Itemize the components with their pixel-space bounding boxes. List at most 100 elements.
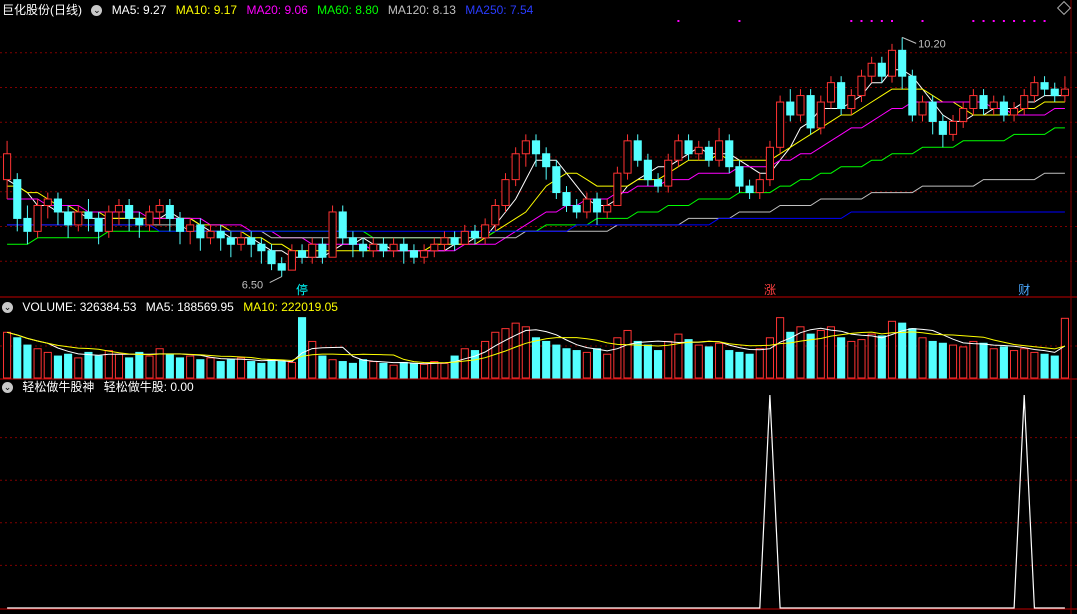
candle-body <box>338 211 347 239</box>
volume-bar <box>847 340 856 379</box>
volume-bar <box>420 363 429 379</box>
candle-body <box>135 217 144 226</box>
volume-bar <box>135 351 144 379</box>
ma20-label: MA20: 9.06 <box>246 3 308 17</box>
candle-body <box>928 101 937 122</box>
signal-dot <box>850 20 853 22</box>
volume-bar <box>155 348 164 379</box>
volume-bar <box>114 353 124 379</box>
volume-bar <box>64 353 73 379</box>
indicator-collapse-icon[interactable]: ⌄ <box>2 382 13 394</box>
event-marker: 财 <box>1018 283 1030 297</box>
volume-bar <box>501 328 510 379</box>
candle-body <box>84 211 93 219</box>
volume-bar <box>867 333 876 379</box>
candle-body <box>226 237 235 245</box>
volume-bar <box>531 337 541 379</box>
candle-body <box>247 237 256 245</box>
candle-body <box>440 237 449 245</box>
volume-bar <box>216 361 225 379</box>
volume-bar <box>175 357 185 379</box>
signal-dot <box>1013 20 1016 22</box>
volume-header: ⌄ VOLUME: 326384.53 MA5: 188569.95 MA10:… <box>2 299 344 315</box>
candle-body <box>430 243 439 252</box>
candle-body <box>704 146 713 161</box>
candle-body <box>33 204 42 232</box>
volume-bar <box>745 353 754 379</box>
candle-body <box>938 120 947 135</box>
volume-bar <box>43 351 52 379</box>
volume-bar <box>287 361 296 379</box>
candle-body <box>948 120 958 135</box>
volume-bar <box>633 340 642 379</box>
volume-ma10-label: MA10: 222019.05 <box>243 300 338 314</box>
candle-body <box>460 230 469 245</box>
candle-body <box>887 49 897 77</box>
volume-bar <box>776 317 785 379</box>
candle-body <box>64 211 73 226</box>
volume-bar <box>328 359 337 379</box>
volume-bar <box>938 342 947 379</box>
candle-body <box>979 95 988 110</box>
volume-bar <box>735 351 744 379</box>
candle-body <box>623 140 632 174</box>
volume-bar <box>1040 353 1049 379</box>
volume-bar <box>521 326 530 379</box>
volume-bar <box>399 361 408 379</box>
candle-body <box>959 108 968 122</box>
collapse-icon[interactable]: ⌄ <box>91 5 103 17</box>
volume-bar <box>908 328 917 379</box>
candle-body <box>389 243 398 252</box>
candle-body <box>826 82 836 103</box>
volume-bar <box>318 355 327 379</box>
chart-stage: 10.20 6.50 停 涨 财 巨化股份(日线) ⌄ MA5: 9.27 MA10: … <box>0 0 1077 614</box>
volume-bar <box>928 340 937 379</box>
volume-bar <box>359 359 368 379</box>
volume-collapse-icon[interactable]: ⌄ <box>2 302 13 314</box>
volume-bar <box>94 355 103 379</box>
signal-dot <box>921 20 924 22</box>
candle-body <box>186 224 195 232</box>
candle-body <box>877 62 886 77</box>
volume-bar <box>969 340 978 379</box>
volume-bar <box>1009 350 1019 379</box>
ma10-label: MA10: 9.17 <box>175 3 238 17</box>
candle-body <box>114 204 124 213</box>
candle-body <box>989 101 998 110</box>
volume-bar <box>582 351 591 379</box>
candle-body <box>1030 82 1039 97</box>
candle-body <box>104 211 113 232</box>
candle-body <box>175 217 185 232</box>
candle-body <box>216 230 225 239</box>
volume-bar <box>440 362 449 379</box>
candle-body <box>684 140 693 155</box>
volume-bar <box>542 340 551 379</box>
signal-dot <box>880 20 883 22</box>
candle-body <box>53 198 63 213</box>
volume-bar <box>267 359 276 379</box>
volume-bar <box>653 350 663 379</box>
candle-body <box>277 263 286 271</box>
candle-body <box>287 250 296 271</box>
candle-body <box>735 166 744 187</box>
volume-bar <box>430 361 439 379</box>
ma120-label: MA120: 8.13 <box>387 3 456 17</box>
volume-bar <box>409 362 419 379</box>
volume-bar <box>765 337 775 379</box>
candle-body <box>308 243 317 258</box>
signal-dot <box>1023 20 1026 22</box>
volume-bar <box>552 344 561 379</box>
candle-body <box>999 101 1008 116</box>
signal-dot <box>738 20 741 22</box>
candle-body <box>674 140 683 161</box>
volume-bar <box>460 348 469 379</box>
candle-body <box>613 172 622 206</box>
volume-bar <box>450 355 459 379</box>
candle-body <box>43 198 52 206</box>
signal-dot <box>1002 20 1005 22</box>
candle-body <box>521 140 530 155</box>
indicator-header: ⌄ 轻松做牛股神 轻松做牛股: 0.00 <box>2 379 200 395</box>
volume-bar <box>887 320 897 379</box>
candle-body <box>145 211 154 226</box>
signal-dot <box>1033 20 1036 22</box>
